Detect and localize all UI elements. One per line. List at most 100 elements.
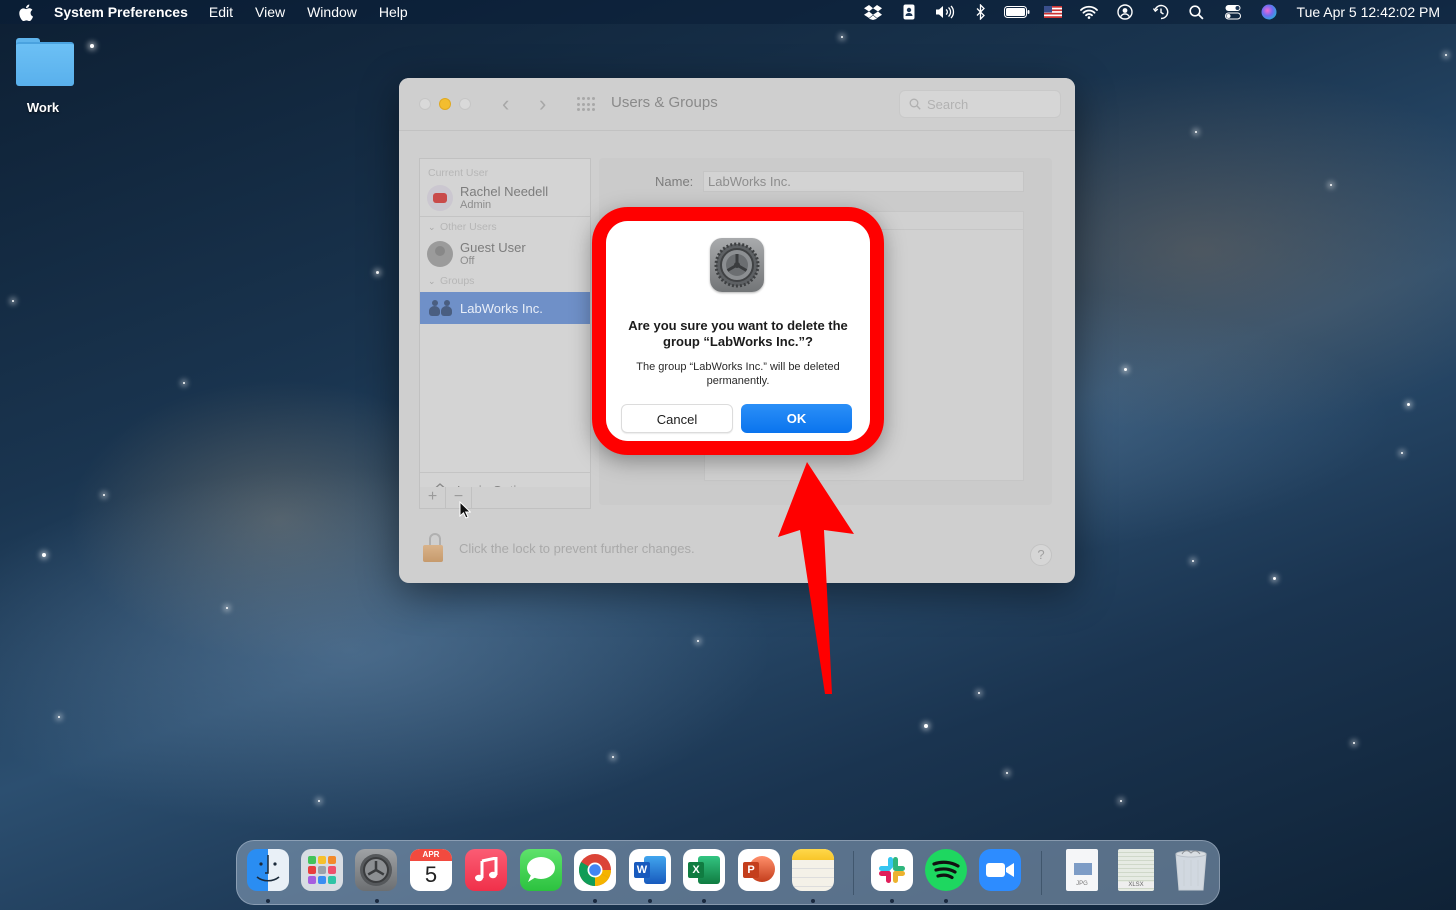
menu-view[interactable]: View (255, 4, 285, 20)
add-user-button[interactable]: + (420, 487, 446, 508)
dock-powerpoint[interactable]: P (738, 849, 780, 891)
avatar (427, 241, 453, 267)
dropbox-icon[interactable] (855, 0, 891, 24)
dock-separator (1041, 851, 1042, 895)
close-window-button[interactable] (419, 98, 431, 110)
avatar (427, 185, 453, 211)
apple-menu-icon[interactable] (19, 4, 37, 21)
section-header-current-user: Current User (428, 167, 489, 179)
dock-spotify[interactable] (925, 849, 967, 891)
name-label: Name: (655, 174, 694, 189)
running-indicator (266, 899, 270, 903)
search-field[interactable] (899, 90, 1061, 118)
menu-help[interactable]: Help (379, 4, 408, 20)
speech-bubble-icon (527, 857, 555, 882)
running-indicator (890, 899, 894, 903)
dock-launchpad[interactable] (301, 849, 343, 891)
calendar-day: 5 (424, 862, 438, 887)
dock-word[interactable]: W (629, 849, 671, 891)
word-icon: W (634, 856, 666, 884)
dock-chrome[interactable] (574, 849, 616, 891)
menu-window[interactable]: Window (307, 4, 357, 20)
menu-bar: System Preferences Edit View Window Help (0, 0, 1456, 24)
delete-group-dialog: Are you sure you want to delete the grou… (606, 221, 870, 441)
dock-music[interactable] (465, 849, 507, 891)
section-header-other-users[interactable]: ⌄ Other Users (420, 220, 590, 234)
minimize-window-button[interactable] (439, 98, 451, 110)
chevron-down-icon[interactable]: ⌄ (428, 274, 440, 288)
mouse-cursor-icon (459, 501, 471, 519)
dock-separator (853, 851, 854, 895)
control-center-icon[interactable] (1215, 0, 1251, 24)
dock-finder[interactable] (247, 849, 289, 891)
forward-chevron-icon[interactable]: › (539, 92, 546, 116)
running-indicator (593, 899, 597, 903)
user-status: Off (460, 255, 475, 267)
menu-bar-clock[interactable]: Tue Apr 5 12:42:02 PM (1297, 4, 1440, 20)
dock-system-preferences[interactable] (355, 849, 397, 891)
running-indicator (375, 899, 379, 903)
dock: APR 5 W X P JPG XLSX (236, 840, 1220, 905)
help-button[interactable]: ? (1030, 544, 1052, 566)
jpg-file-icon: JPG (1066, 849, 1098, 891)
dock-jpg-document[interactable]: JPG (1061, 849, 1103, 891)
dock-excel[interactable]: X (683, 849, 725, 891)
battery-icon[interactable] (999, 0, 1035, 24)
group-icon (429, 300, 453, 316)
user-row-current[interactable]: Rachel Needell Admin (420, 180, 590, 216)
ok-button[interactable]: OK (741, 404, 852, 433)
bluetooth-icon[interactable] (963, 0, 999, 24)
menu-app-name[interactable]: System Preferences (54, 4, 188, 20)
group-row-labworks[interactable]: LabWorks Inc. (420, 292, 590, 324)
dialog-message: The group “LabWorks Inc.” will be delete… (636, 361, 840, 387)
back-chevron-icon[interactable]: ‹ (502, 92, 509, 116)
dock-messages[interactable] (520, 849, 562, 891)
search-input[interactable] (927, 96, 1047, 112)
annotation-arrow-icon (778, 462, 854, 694)
desktop-folder-work[interactable]: Work (10, 36, 76, 115)
user-account-icon[interactable] (1107, 0, 1143, 24)
system-preferences-gear-icon (710, 238, 764, 292)
wifi-icon[interactable] (1071, 0, 1107, 24)
cancel-button[interactable]: Cancel (621, 404, 733, 433)
dock-notes[interactable] (792, 849, 834, 891)
gear-icon (360, 854, 392, 886)
dock-calendar[interactable]: APR 5 (410, 849, 452, 891)
desktop-folder-label: Work (26, 100, 60, 115)
section-header-groups[interactable]: ⌄ Groups (420, 274, 590, 288)
user-row-guest[interactable]: Guest User Off (420, 234, 590, 274)
calendar-month: APR (410, 849, 452, 861)
lock-row: Click the lock to prevent further change… (423, 533, 695, 563)
dialog-title: Are you sure you want to delete the grou… (628, 318, 848, 349)
window-title: Users & Groups (611, 94, 718, 111)
zoom-window-button[interactable] (459, 98, 471, 110)
chrome-icon (578, 854, 612, 887)
chevron-down-icon[interactable]: ⌄ (428, 220, 440, 234)
spotlight-search-icon[interactable] (1179, 0, 1215, 24)
dock-slack[interactable] (871, 849, 913, 891)
dock-zoom[interactable] (979, 849, 1021, 891)
dock-xlsx-document[interactable]: XLSX (1115, 849, 1157, 891)
group-name-field[interactable]: LabWorks Inc. (703, 171, 1024, 192)
running-indicator (944, 899, 948, 903)
siri-icon[interactable] (1251, 0, 1287, 24)
time-machine-icon[interactable] (1143, 0, 1179, 24)
unlocked-padlock-icon[interactable] (423, 533, 445, 563)
running-indicator (702, 899, 706, 903)
search-icon (909, 98, 921, 110)
user-name: Rachel Needell (460, 184, 549, 199)
show-all-grid-icon[interactable] (577, 97, 595, 112)
group-name: LabWorks Inc. (460, 300, 543, 316)
section-header-label: Groups (440, 275, 475, 287)
dock-trash[interactable] (1170, 849, 1212, 891)
excel-icon: X (688, 856, 720, 884)
powerpoint-icon: P (743, 856, 775, 884)
user-name: Guest User (460, 240, 526, 255)
finder-icon (256, 855, 280, 882)
contact-card-icon[interactable] (891, 0, 927, 24)
music-note-icon (475, 857, 498, 882)
volume-icon[interactable] (927, 0, 963, 24)
add-remove-bar: + − (419, 487, 591, 509)
menu-edit[interactable]: Edit (209, 4, 233, 20)
us-flag-input-icon[interactable] (1035, 0, 1071, 24)
